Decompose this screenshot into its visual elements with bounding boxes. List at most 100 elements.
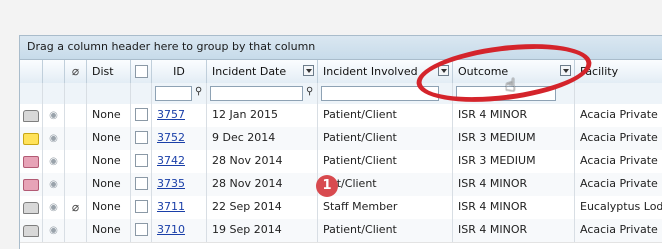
header-select-all[interactable] <box>131 60 152 83</box>
row-checkbox[interactable] <box>134 199 148 213</box>
envelope-icon <box>23 133 39 145</box>
table-row[interactable]: ◉ None 3710 19 Sep 2014 Patient/Client ISR 4 … <box>20 219 662 243</box>
envelope-icon <box>23 156 39 168</box>
envelope-cell[interactable] <box>20 150 43 173</box>
facility-cell: Acacia Private <box>575 219 662 242</box>
id-filter-icon[interactable]: ⚲ <box>195 86 204 98</box>
incident-date-menu-button[interactable] <box>303 65 314 76</box>
table-row[interactable]: ◉ ⌀ None 3711 22 Sep 2014 Staff Member ISR 4 M… <box>20 196 662 220</box>
incident-date-cell: 28 Nov 2014 <box>207 173 318 196</box>
filter-row: ⚲ ⚲ <box>20 83 662 105</box>
envelope-icon <box>23 202 39 214</box>
id-filter-input[interactable] <box>155 86 192 101</box>
outcome-cell: ISR 3 MEDIUM <box>453 127 575 150</box>
view-cell[interactable]: ◉ <box>43 173 65 196</box>
dist-cell: None <box>87 150 131 173</box>
row-select-cell[interactable] <box>131 219 152 242</box>
id-cell: 3735 <box>152 173 207 196</box>
header-id[interactable]: ID <box>152 60 207 83</box>
eye-icon[interactable]: ◉ <box>49 156 58 167</box>
table-row[interactable]: ◉ None 3757 12 Jan 2015 Patient/Client ISR 4 … <box>20 104 662 128</box>
row-select-cell[interactable] <box>131 196 152 219</box>
envelope-cell[interactable] <box>20 104 43 127</box>
facility-cell: Acacia Private <box>575 173 662 196</box>
envelope-icon <box>23 225 39 237</box>
row-checkbox[interactable] <box>134 222 148 236</box>
view-cell[interactable]: ◉ <box>43 196 65 219</box>
row-select-cell[interactable] <box>131 173 152 196</box>
row-checkbox[interactable] <box>134 153 148 167</box>
view-cell[interactable]: ◉ <box>43 127 65 150</box>
eye-icon[interactable]: ◉ <box>49 110 58 121</box>
attachment-cell <box>65 127 87 150</box>
header-incident-date[interactable]: Incident Date <box>207 60 318 83</box>
attachment-cell <box>65 219 87 242</box>
attachment-cell <box>65 173 87 196</box>
id-cell: 3752 <box>152 127 207 150</box>
dist-cell: None <box>87 219 131 242</box>
incident-involved-cell: Patient/Client <box>318 127 453 150</box>
incident-involved-cell: Patient/Client <box>318 150 453 173</box>
eye-icon[interactable]: ◉ <box>49 179 58 190</box>
incident-involved-cell: Staff Member <box>318 196 453 219</box>
envelope-cell[interactable] <box>20 196 43 219</box>
incident-id-link[interactable]: 3711 <box>157 200 185 213</box>
select-all-checkbox[interactable] <box>134 64 148 78</box>
id-cell: 3742 <box>152 150 207 173</box>
id-cell: 3757 <box>152 104 207 127</box>
row-checkbox[interactable] <box>134 130 148 144</box>
envelope-cell[interactable] <box>20 127 43 150</box>
dist-cell: None <box>87 127 131 150</box>
incident-id-link[interactable]: 3752 <box>157 131 185 144</box>
envelope-icon <box>23 179 39 191</box>
attachment-cell <box>65 104 87 127</box>
incident-date-filter-input[interactable] <box>210 86 303 101</box>
outcome-cell: ISR 3 MEDIUM <box>453 150 575 173</box>
outcome-cell: ISR 4 MINOR <box>453 173 575 196</box>
incident-date-cell: 9 Dec 2014 <box>207 127 318 150</box>
view-cell[interactable]: ◉ <box>43 150 65 173</box>
incident-involved-cell: ent/Client <box>318 173 453 196</box>
incident-id-link[interactable]: 3710 <box>157 223 185 236</box>
table-row[interactable]: ◉ None 3735 28 Nov 2014 ent/Client ISR 4 MINO… <box>20 173 662 197</box>
outcome-cell: ISR 4 MINOR <box>453 219 575 242</box>
eye-icon[interactable]: ◉ <box>49 225 58 236</box>
dist-cell: None <box>87 196 131 219</box>
paperclip-icon[interactable]: ⌀ <box>72 200 79 214</box>
row-checkbox[interactable] <box>134 107 148 121</box>
envelope-cell[interactable] <box>20 173 43 196</box>
outcome-cell: ISR 4 MINOR <box>453 196 575 219</box>
facility-cell: Acacia Private <box>575 104 662 127</box>
incident-involved-cell: Patient/Client <box>318 104 453 127</box>
view-cell[interactable]: ◉ <box>43 104 65 127</box>
incident-date-filter-icon[interactable]: ⚲ <box>306 86 315 98</box>
incident-id-link[interactable]: 3742 <box>157 154 185 167</box>
header-view <box>43 60 65 83</box>
view-cell[interactable]: ◉ <box>43 219 65 242</box>
incident-involved-cell: Patient/Client <box>318 219 453 242</box>
hand-cursor-icon: ☝ <box>505 75 516 96</box>
header-dist[interactable]: Dist <box>87 60 131 83</box>
facility-cell: Acacia Private <box>575 127 662 150</box>
incident-id-link[interactable]: 3757 <box>157 108 185 121</box>
incident-date-cell: 22 Sep 2014 <box>207 196 318 219</box>
row-select-cell[interactable] <box>131 127 152 150</box>
eye-icon[interactable]: ◉ <box>49 133 58 144</box>
attachment-cell: ⌀ <box>65 196 87 219</box>
envelope-icon <box>23 110 39 122</box>
incident-date-cell: 12 Jan 2015 <box>207 104 318 127</box>
dist-cell: None <box>87 173 131 196</box>
facility-cell: Acacia Private <box>575 150 662 173</box>
header-attachment[interactable]: ⌀ <box>65 60 87 83</box>
envelope-cell[interactable] <box>20 219 43 242</box>
header-envelope <box>20 60 43 83</box>
row-checkbox[interactable] <box>134 176 148 190</box>
attachment-cell <box>65 150 87 173</box>
row-select-cell[interactable] <box>131 150 152 173</box>
id-cell: 3710 <box>152 219 207 242</box>
table-row[interactable]: ◉ None 3752 9 Dec 2014 Patient/Client ISR 3 M… <box>20 127 662 151</box>
eye-icon[interactable]: ◉ <box>49 202 58 213</box>
incident-id-link[interactable]: 3735 <box>157 177 185 190</box>
row-select-cell[interactable] <box>131 104 152 127</box>
table-row[interactable]: ◉ None 3742 28 Nov 2014 Patient/Client ISR 3 … <box>20 150 662 174</box>
